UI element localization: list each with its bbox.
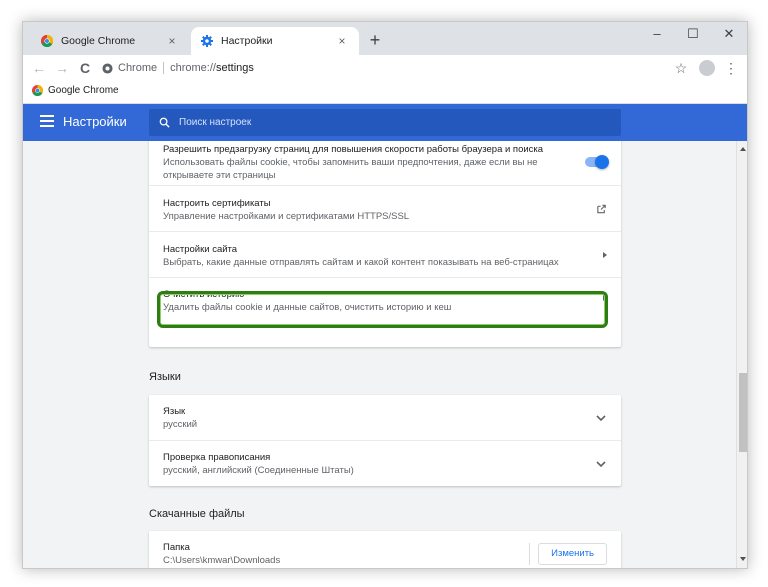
bookmark-google-chrome[interactable]: Google Chrome xyxy=(32,85,119,96)
forward-button[interactable]: → xyxy=(52,58,72,78)
tab-title: Google Chrome xyxy=(61,35,136,47)
tab-close-icon[interactable]: × xyxy=(165,34,179,48)
preload-row[interactable]: Разрешить предзагрузку страниц для повыш… xyxy=(149,141,621,185)
browser-window: Google Chrome × Настройки × + – ☐ ✕ ← → … xyxy=(22,21,748,569)
settings-content: Разрешить предзагрузку страниц для повыш… xyxy=(23,141,747,568)
arrow-right-icon xyxy=(603,295,607,301)
row-sublabel: русский, английский (Соединенные Штаты) xyxy=(163,465,354,476)
maximize-button[interactable]: ☐ xyxy=(675,22,711,48)
download-folder-row: Папка C:\Users\kmwar\Downloads Изменить xyxy=(149,531,621,568)
chrome-logo-icon xyxy=(32,85,43,96)
search-input[interactable] xyxy=(179,117,599,128)
tab-title: Настройки xyxy=(221,35,273,47)
scrollbar[interactable] xyxy=(736,141,747,568)
privacy-card: Разрешить предзагрузку страниц для повыш… xyxy=(149,141,621,347)
row-label: Проверка правописания xyxy=(163,452,271,463)
scroll-up-arrow-icon[interactable] xyxy=(740,147,746,151)
site-chip: Chrome xyxy=(118,62,158,74)
row-sublabel: Управление настройками и сертификатами H… xyxy=(163,211,410,222)
change-folder-button[interactable]: Изменить xyxy=(538,543,607,565)
bookmark-star-icon[interactable]: ☆ xyxy=(671,58,691,78)
settings-title: Настройки xyxy=(63,114,127,129)
settings-header: Настройки xyxy=(23,104,747,141)
chip-divider xyxy=(163,62,165,74)
certificates-row[interactable]: Настроить сертификаты Управление настрой… xyxy=(149,185,621,231)
hamburger-menu-icon[interactable] xyxy=(40,115,54,127)
row-sublabel: Использовать файлы cookie, чтобы запомни… xyxy=(163,157,538,181)
language-row[interactable]: Язык русский xyxy=(149,395,621,440)
arrow-right-icon xyxy=(603,251,607,258)
row-label: Очистить историю xyxy=(163,289,245,300)
close-window-button[interactable]: ✕ xyxy=(711,22,747,48)
row-sublabel: Выбрать, какие данные отправлять сайтам … xyxy=(163,257,559,268)
gear-icon xyxy=(201,35,213,47)
url-scheme: chrome:// xyxy=(170,62,216,74)
downloads-card: Папка C:\Users\kmwar\Downloads Изменить xyxy=(149,531,621,568)
minimize-button[interactable]: – xyxy=(639,22,675,48)
tab-strip: Google Chrome × Настройки × + – ☐ ✕ xyxy=(23,22,747,55)
site-settings-row[interactable]: Настройки сайта Выбрать, какие данные от… xyxy=(149,231,621,277)
chevron-down-icon xyxy=(596,414,606,421)
chrome-logo-icon xyxy=(41,35,53,47)
scroll-thumb[interactable] xyxy=(739,373,747,452)
row-label: Настроить сертификаты xyxy=(163,198,271,209)
scroll-down-arrow-icon[interactable] xyxy=(740,557,746,561)
settings-search[interactable] xyxy=(149,109,621,136)
chevron-down-icon xyxy=(596,460,606,467)
back-button[interactable]: ← xyxy=(29,58,49,78)
address-bar[interactable]: Chrome chrome:// settings xyxy=(102,57,692,79)
search-icon xyxy=(159,117,170,128)
languages-section-title: Языки xyxy=(149,371,181,383)
downloads-section-title: Скачанные файлы xyxy=(149,508,245,520)
row-label: Разрешить предзагрузку страниц для повыш… xyxy=(163,144,544,155)
bookmarks-bar: Google Chrome xyxy=(23,82,747,104)
divider xyxy=(529,543,530,565)
url-path: settings xyxy=(215,62,254,74)
profile-avatar-icon[interactable] xyxy=(699,60,715,76)
preload-toggle[interactable] xyxy=(585,155,609,169)
row-sublabel: Удалить файлы cookie и данные сайтов, оч… xyxy=(163,302,452,313)
tab-settings[interactable]: Настройки × xyxy=(191,27,359,55)
external-link-icon[interactable] xyxy=(596,203,607,214)
tab-close-icon[interactable]: × xyxy=(335,34,349,48)
row-label: Настройки сайта xyxy=(163,244,238,255)
chrome-secure-icon xyxy=(102,62,113,74)
new-tab-button[interactable]: + xyxy=(365,31,385,51)
row-label: Язык xyxy=(163,406,186,417)
spellcheck-row[interactable]: Проверка правописания русский, английски… xyxy=(149,440,621,486)
languages-card: Язык русский Проверка правописания русск… xyxy=(149,395,621,486)
reload-button[interactable]: C xyxy=(75,58,95,78)
chrome-menu-icon[interactable]: ⋮ xyxy=(723,58,739,78)
row-sublabel: русский xyxy=(163,419,198,430)
toolbar: ← → C Chrome chrome:// settings ☆ ⋮ xyxy=(23,55,747,82)
clear-history-row[interactable]: Очистить историю Удалить файлы cookie и … xyxy=(149,277,621,347)
tab-google-chrome[interactable]: Google Chrome × xyxy=(31,27,189,55)
bookmark-label: Google Chrome xyxy=(48,85,119,96)
